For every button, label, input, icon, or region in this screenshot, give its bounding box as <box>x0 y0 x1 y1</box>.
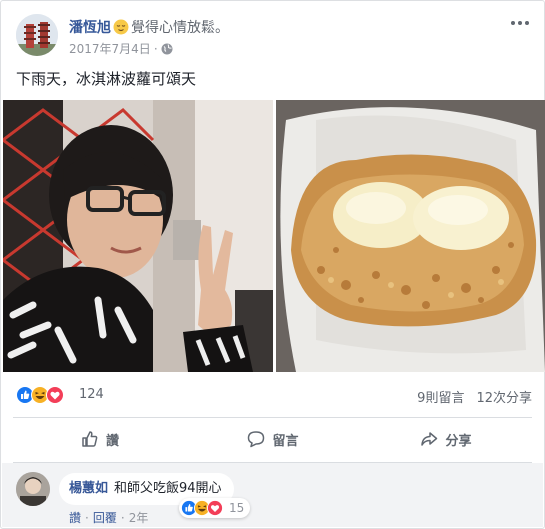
post-photo-selfie[interactable] <box>3 100 273 372</box>
divider <box>13 417 532 418</box>
post-reactions[interactable] <box>16 386 64 406</box>
public-globe-icon[interactable] <box>161 43 173 55</box>
link-separator: · <box>85 511 89 525</box>
meta-separator: · <box>153 42 158 56</box>
like-button[interactable]: 讚 <box>13 419 186 459</box>
like-button-label: 讚 <box>105 433 119 449</box>
comment-bubble-icon <box>248 431 265 448</box>
share-button[interactable]: 分享 <box>359 419 532 459</box>
comment-actions: 讚 · 回覆 · 2年 <box>69 509 148 526</box>
author-avatar[interactable] <box>16 14 58 56</box>
link-separator: · <box>120 511 125 525</box>
post-meta: 2017年7月4日 · <box>69 40 173 57</box>
share-arrow-icon <box>421 432 438 446</box>
author-name[interactable]: 潘恆旭 <box>69 20 111 36</box>
post-stats: 9則留言 12次分享 <box>417 387 532 406</box>
comment-reply-link[interactable]: 回覆 <box>93 511 117 525</box>
post-header-line: 潘恆旭 覺得心情放鬆。 <box>69 17 229 37</box>
love-reaction-icon <box>207 500 223 516</box>
more-options-icon[interactable] <box>508 15 532 31</box>
comment-reaction-count: 15 <box>229 501 245 515</box>
comment-reactions[interactable]: 15 <box>179 498 251 518</box>
post-card: 潘恆旭 覺得心情放鬆。 2017年7月4日 · 下雨天，冰淇淋波蘿可頌天 124… <box>0 0 545 529</box>
comment-text: 和師父吃飯94開心 <box>114 481 222 496</box>
comment-button[interactable]: 留言 <box>186 419 359 459</box>
comment-like-link[interactable]: 讚 <box>69 511 81 525</box>
love-reaction-icon <box>46 386 64 404</box>
comment-count-link[interactable]: 9則留言 <box>417 391 464 406</box>
commenter-name[interactable]: 楊蕙如 <box>69 481 108 496</box>
share-button-label: 分享 <box>445 433 472 449</box>
post-date[interactable]: 2017年7月4日 <box>69 42 151 56</box>
comment-time[interactable]: 2年 <box>129 511 149 525</box>
relieved-emoji-icon <box>113 19 129 35</box>
post-action-bar: 讚 留言 分享 <box>13 419 532 459</box>
post-photo-ice-cream-croissant[interactable] <box>276 100 545 372</box>
reaction-count[interactable]: 124 <box>79 387 104 402</box>
feeling-text: 覺得心情放鬆。 <box>131 20 229 36</box>
commenter-avatar[interactable] <box>16 472 50 506</box>
comment-button-label: 留言 <box>272 433 299 449</box>
post-text: 下雨天，冰淇淋波蘿可頌天 <box>16 70 197 88</box>
share-count-link[interactable]: 12次分享 <box>476 391 532 406</box>
thumbs-up-icon <box>82 431 98 447</box>
